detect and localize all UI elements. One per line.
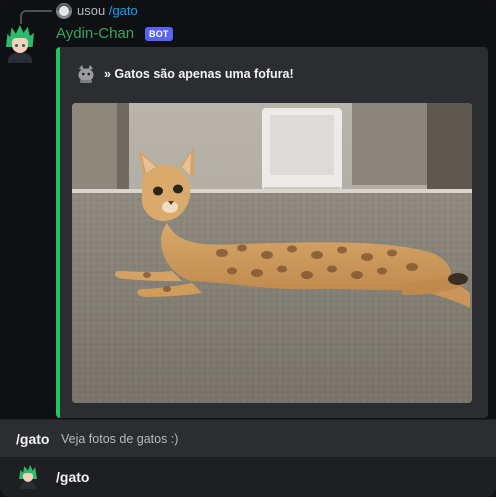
command-preview-name: /gato [16,431,50,447]
command-preview-bar: /gato Veja fotos de gatos :) [0,419,496,457]
embed-card: » Gatos são apenas uma fofura! [56,47,488,418]
cat-photo-image[interactable] [72,103,472,403]
command-option-label: /gato [56,469,90,485]
command-option-gato[interactable]: /gato [0,457,496,497]
command-preview-description: Veja fotos de gatos :) [61,432,179,446]
reply-user-avatar[interactable] [56,3,72,19]
reply-reference[interactable]: usou /gato [0,0,496,24]
cat-icon [78,65,94,83]
command-bot-avatar [18,465,38,489]
bot-username[interactable]: Aydin-Chan [56,25,134,42]
embed-title: » Gatos são apenas uma fofura! [104,67,294,81]
reply-text: usou /gato [77,3,138,18]
reply-prefix: usou [77,3,106,18]
bot-badge: BOT [145,27,173,41]
reply-command-link[interactable]: /gato [109,3,138,18]
discord-message-frame: usou /gato Aydin-Chan BOT » Gatos são ap… [0,0,496,497]
reply-connector-line [20,10,52,24]
bot-avatar[interactable] [4,25,36,63]
